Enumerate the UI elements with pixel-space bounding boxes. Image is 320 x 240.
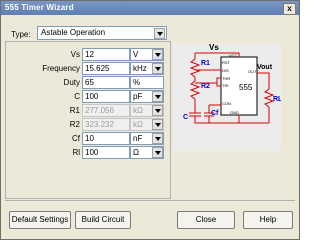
svg-text:RST: RST <box>222 60 231 65</box>
svg-text:CON: CON <box>222 101 231 106</box>
svg-text:RL: RL <box>273 96 281 103</box>
parameters-panel: Vs 12 V Frequency 15.625 kHz Duty 65 % C… <box>5 41 171 199</box>
param-unit-select[interactable]: nF <box>130 132 164 145</box>
param-unit-select[interactable]: V <box>130 48 164 61</box>
param-label: Rl <box>72 148 80 157</box>
svg-text:OUT: OUT <box>248 69 257 74</box>
type-select-value: Astable Operation <box>41 28 106 37</box>
help-button[interactable]: Help <box>243 211 293 229</box>
chevron-down-icon[interactable] <box>152 49 163 60</box>
param-row-c: C 100 pF <box>6 90 166 103</box>
type-select[interactable]: Astable Operation <box>37 26 167 40</box>
param-value-input[interactable]: 100 <box>82 90 130 103</box>
param-label: Cf <box>72 134 80 143</box>
chevron-down-icon[interactable] <box>152 63 163 74</box>
param-value-input: 277.056 <box>82 104 130 117</box>
svg-text:THR: THR <box>222 76 230 81</box>
param-row-vs: Vs 12 V <box>6 48 166 61</box>
param-unit-select: kΩ <box>130 118 164 131</box>
param-value-input[interactable]: 10 <box>82 132 130 145</box>
param-row-r1: R1 277.056 kΩ <box>6 104 166 117</box>
window-title: 555 Timer Wizard <box>5 3 74 12</box>
param-row-cf: Cf 10 nF <box>6 132 166 145</box>
param-row-r2: R2 323.232 kΩ <box>6 118 166 131</box>
chevron-down-icon[interactable] <box>152 147 163 158</box>
param-value-input[interactable]: 12 <box>82 48 130 61</box>
param-label: Vs <box>70 50 80 59</box>
param-value-input[interactable]: 15.625 <box>82 62 130 75</box>
chevron-down-icon[interactable] <box>152 133 163 144</box>
param-unit-select[interactable]: pF <box>130 90 164 103</box>
param-label: Frequency <box>42 64 80 73</box>
type-label: Type: <box>11 30 31 39</box>
svg-text:DIS: DIS <box>222 68 229 73</box>
param-label: Duty <box>63 78 80 87</box>
param-row-duty: Duty 65 % <box>6 76 166 89</box>
param-value-input[interactable]: 100 <box>82 146 130 159</box>
default-settings-button[interactable]: Default Settings <box>9 211 71 229</box>
build-circuit-button[interactable]: Build Circuit <box>75 211 131 229</box>
svg-text:GND: GND <box>230 110 239 115</box>
svg-text:C: C <box>183 114 188 121</box>
svg-text:Vs: Vs <box>209 43 219 52</box>
param-label: C <box>74 92 80 101</box>
close-button[interactable]: Close <box>177 211 235 229</box>
chevron-down-icon <box>152 105 163 116</box>
chevron-down-icon[interactable] <box>152 91 163 102</box>
param-row-rl: Rl 100 Ω <box>6 146 166 159</box>
circuit-schematic: 555 VCC RST DIS THR TRI CON OUT GND Vs R… <box>173 43 281 151</box>
param-unit-field: % <box>130 76 164 89</box>
param-row-frequency: Frequency 15.625 kHz <box>6 62 166 75</box>
param-value-input: 323.232 <box>82 118 130 131</box>
chevron-down-icon <box>152 119 163 130</box>
button-row: Default Settings Build Circuit Close Hel… <box>5 200 295 235</box>
param-label: R2 <box>69 120 80 129</box>
param-unit-select[interactable]: kHz <box>130 62 164 75</box>
svg-text:R1: R1 <box>201 60 210 67</box>
svg-text:VCC: VCC <box>229 53 238 58</box>
svg-text:R2: R2 <box>201 83 210 90</box>
param-unit-select: kΩ <box>130 104 164 117</box>
svg-text:Cf: Cf <box>211 110 219 117</box>
param-label: R1 <box>69 106 80 115</box>
svg-text:TRI: TRI <box>222 83 228 88</box>
param-unit-select[interactable]: Ω <box>130 146 164 159</box>
svg-text:Vout: Vout <box>257 64 273 71</box>
chevron-down-icon[interactable] <box>154 28 165 39</box>
close-window-button[interactable]: x <box>283 3 296 15</box>
title-bar: 555 Timer Wizard x <box>1 1 299 15</box>
param-value-input[interactable]: 65 <box>82 76 130 89</box>
timer-wizard-window: 555 Timer Wizard x Type: Astable Operati… <box>0 0 300 240</box>
ic-555-label: 555 <box>239 83 253 92</box>
